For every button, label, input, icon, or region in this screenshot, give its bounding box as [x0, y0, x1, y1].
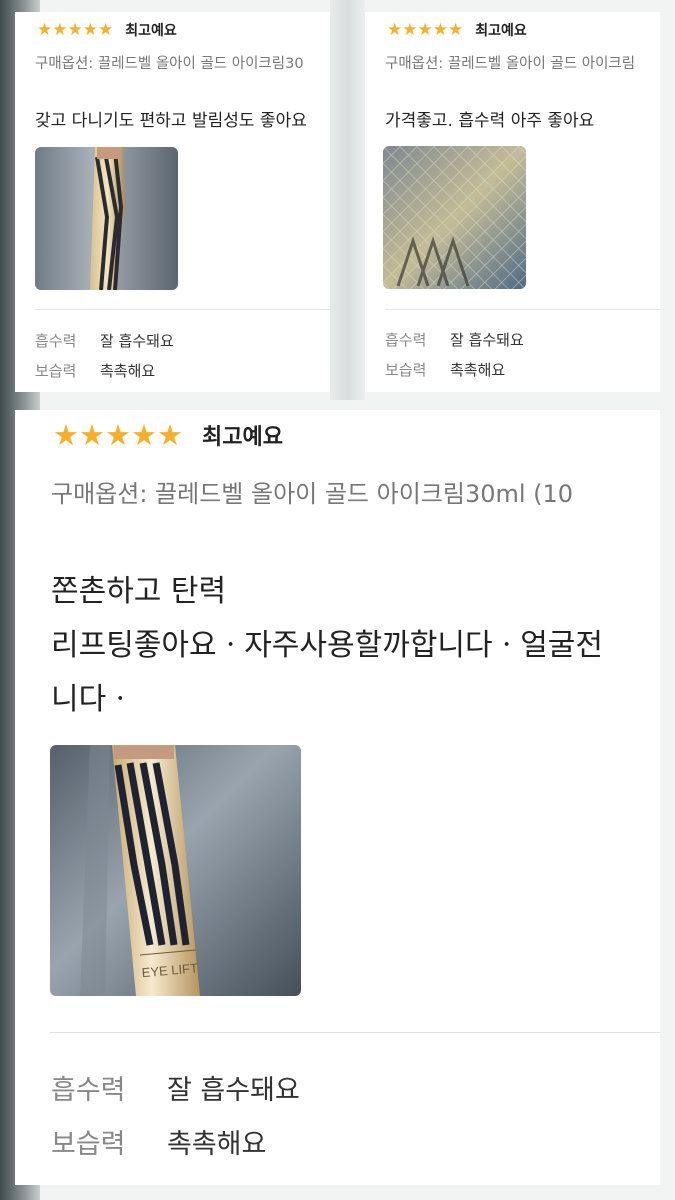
star-rating-icon: ★★★★★: [387, 20, 464, 40]
product-photo-tube-icon: EYE LIFT: [50, 745, 301, 996]
attribute-row: 보습력 촉촉해요: [385, 359, 505, 380]
review-card-3: ★★★★★ 최고예요 구매옵션: 끌레드벨 올아이 골드 아이크림30ml (1…: [15, 410, 660, 1185]
attribute-row: 흡수력 잘 흡수돼요: [385, 329, 524, 350]
review-photo[interactable]: [383, 146, 526, 289]
product-photo-tube-icon: [35, 147, 178, 290]
attribute-row: 흡수력 잘 흡수돼요: [35, 330, 174, 351]
review-text: 쫀촌하고 탄력 리프팅좋아요ㆍ자주사용할까합니다ㆍ얼굴전 니다ㆍ: [51, 565, 603, 727]
attribute-key: 흡수력: [385, 331, 427, 349]
attribute-value: 촉촉해요: [100, 362, 156, 380]
attribute-value: 잘 흡수돼요: [167, 1075, 300, 1106]
background-gap: [330, 0, 365, 400]
attribute-key: 흡수력: [51, 1075, 126, 1106]
attribute-key: 흡수력: [35, 332, 77, 350]
rating: ★★★★★ 최고예요: [37, 20, 177, 40]
attribute-row: 보습력 촉촉해요: [35, 360, 155, 381]
review-card-2: ★★★★★ 최고예요 구매옵션: 끌레드벨 올아이 골드 아이크림 가격좋고. …: [365, 12, 660, 392]
attribute-row: 흡수력 잘 흡수돼요: [51, 1068, 300, 1107]
attribute-row: 보습력 촉촉해요: [51, 1122, 266, 1161]
attribute-key: 보습력: [35, 362, 77, 380]
star-rating-icon: ★★★★★: [37, 20, 114, 40]
purchase-option: 구매옵션: 끌레드벨 올아이 골드 아이크림30: [35, 56, 304, 72]
rating-label: 최고예요: [125, 23, 177, 39]
divider: [385, 309, 660, 310]
attribute-value: 잘 흡수돼요: [100, 332, 174, 350]
attribute-value: 촉촉해요: [167, 1129, 267, 1160]
divider: [50, 1032, 660, 1033]
purchase-option: 구매옵션: 끌레드벨 올아이 골드 아이크림: [385, 56, 636, 72]
purchase-option: 구매옵션: 끌레드벨 올아이 골드 아이크림30ml (10: [51, 480, 574, 508]
divider: [35, 309, 330, 310]
attribute-key: 보습력: [385, 361, 427, 379]
review-card-1: ★★★★★ 최고예요 구매옵션: 끌레드벨 올아이 골드 아이크림30 갖고 다…: [15, 12, 330, 392]
rating-label: 최고예요: [202, 425, 283, 450]
review-text-line: 리프팅좋아요ㆍ자주사용할까합니다ㆍ얼굴전: [51, 628, 603, 663]
review-text-line: 쫀촌하고 탄력: [51, 574, 227, 609]
rating: ★★★★★ 최고예요: [387, 20, 527, 40]
attribute-value: 잘 흡수돼요: [450, 331, 524, 349]
review-photo[interactable]: [35, 147, 178, 290]
review-text-line: 니다ㆍ: [51, 682, 134, 717]
product-photo-box-icon: [383, 146, 526, 289]
attribute-key: 보습력: [51, 1129, 126, 1160]
star-rating-icon: ★★★★★: [53, 418, 183, 452]
review-text: 갖고 다니기도 편하고 발림성도 좋아요: [35, 111, 307, 131]
rating: ★★★★★ 최고예요: [53, 418, 283, 452]
rating-label: 최고예요: [475, 23, 527, 39]
review-photo[interactable]: EYE LIFT: [50, 745, 301, 996]
attribute-value: 촉촉해요: [450, 361, 506, 379]
review-text: 가격좋고. 흡수력 아주 좋아요: [385, 111, 595, 131]
